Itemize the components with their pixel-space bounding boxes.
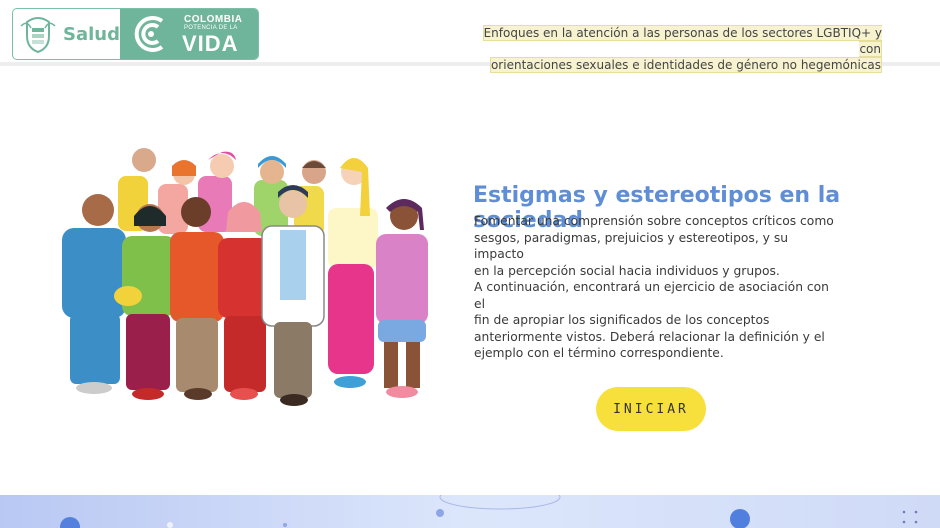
instructions-paragraph: A continuación, encontrará un ejercicio …	[474, 279, 834, 362]
colombia-shield-icon	[20, 17, 56, 54]
instructions-line: ejemplo con el término correspondiente.	[474, 346, 724, 360]
minsalud-logo: Salud COLOMBIA POTENCIA DE LA VIDA	[12, 8, 259, 60]
footer-decoration	[0, 495, 940, 528]
course-title-line1: Enfoques en la atención a las personas d…	[482, 25, 882, 57]
intro-line: en la percepción social hacia individuos…	[474, 263, 780, 278]
logo-colombia-text: COLOMBIA	[184, 14, 243, 25]
course-title-line2: orientaciones sexuales e identidades de …	[489, 57, 882, 73]
header: Salud COLOMBIA POTENCIA DE LA VIDA Enfoq…	[0, 0, 940, 73]
salud-logo-section: Salud	[13, 9, 120, 59]
diverse-group-illustration	[62, 148, 428, 406]
instructions-line: fin de apropiar los significados de los …	[474, 313, 770, 327]
instructions-line: anteriormente vistos. Deberá relacionar …	[474, 329, 825, 344]
course-title: Enfoques en la atención a las personas d…	[462, 25, 882, 73]
intro-line: Fomentar una comprensión sobre conceptos…	[474, 214, 834, 228]
intro-line: sesgos, paradigmas, prejuicios y estereo…	[474, 230, 789, 262]
footer-pattern	[60, 495, 750, 528]
instructions-line: A continuación, encontrará un ejercicio …	[474, 280, 829, 311]
colombia-potencia-icon	[134, 16, 164, 52]
salud-label: Salud	[63, 23, 120, 45]
fullscreen-icon[interactable]	[902, 510, 918, 524]
start-button[interactable]: INICIAR	[596, 387, 706, 431]
intro-paragraph: Fomentar una comprensión sobre conceptos…	[474, 213, 834, 279]
colombia-potencia-logo: COLOMBIA POTENCIA DE LA VIDA	[120, 9, 258, 59]
logo-vida-text: VIDA	[182, 31, 239, 56]
